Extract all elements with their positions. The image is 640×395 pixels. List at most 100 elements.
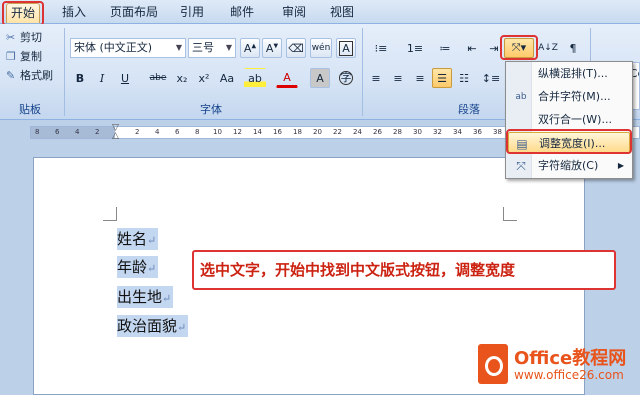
ruler-number: 38 <box>493 128 502 136</box>
tab-mailings[interactable]: 邮件 <box>226 3 258 23</box>
ruler-number: 14 <box>253 128 262 136</box>
char-border-icon: A <box>339 40 353 56</box>
tab-review[interactable]: 审阅 <box>278 3 310 23</box>
bullets-button[interactable]: ⁝≡ <box>366 38 396 58</box>
copy-icon: ❐ <box>6 50 16 63</box>
multilevel-list-icon: ≔ <box>439 41 451 55</box>
align-left-button[interactable]: ≡ <box>366 68 386 88</box>
italic-button[interactable]: I <box>92 68 112 88</box>
ribbon-tab-bar: 开始 插入 页面布局 引用 邮件 审阅 视图 <box>0 0 640 24</box>
menu-item-vertical-mixed[interactable]: 纵横混排(T)... <box>508 63 630 85</box>
instruction-callout: 选中文字，开始中找到中文版式按钮，调整宽度 <box>192 250 616 290</box>
char-shading-button[interactable]: A <box>310 68 330 88</box>
font-family-select[interactable]: 宋体 (中文正文) ▼ <box>70 38 186 58</box>
ruler-number: 2 <box>135 128 140 136</box>
ruler-number: 22 <box>333 128 342 136</box>
chinese-layout-menu: 纵横混排(T)... ab 合并字符(M)... 双行合一(W)... ▤ 调整… <box>505 61 633 179</box>
group-divider <box>362 28 363 116</box>
char-border-button[interactable]: A <box>336 38 356 58</box>
ruler-number: 12 <box>233 128 242 136</box>
phonetic-icon: wén <box>311 43 331 53</box>
numbered-list-icon: 1≡ <box>406 41 424 55</box>
shrink-font-button[interactable]: A▼ <box>262 38 282 58</box>
ruler-number: 36 <box>473 128 482 136</box>
home-tab-highlight <box>2 1 44 26</box>
doc-line[interactable]: 出生地↵ <box>117 286 174 308</box>
ruler-number: 8 <box>195 128 200 136</box>
pilcrow-icon: ¶ <box>569 41 577 55</box>
group-divider <box>64 28 65 116</box>
chevron-down-icon: ▼ <box>175 43 182 52</box>
ruler-number: 2 <box>95 128 100 136</box>
ruler-number: 4 <box>155 128 160 136</box>
menu-item-char-scale[interactable]: ⤧ 字符缩放(C) ▶ <box>508 155 630 177</box>
ruler-number: 34 <box>453 128 462 136</box>
align-center-button[interactable]: ≡ <box>388 68 408 88</box>
font-group-label: 字体 <box>200 103 222 116</box>
copy-button[interactable]: ❐ 复制 <box>6 49 42 65</box>
sort-button[interactable]: A↓Z <box>538 38 558 58</box>
decrease-indent-button[interactable]: ⇤ <box>462 38 482 58</box>
tab-references[interactable]: 引用 <box>176 3 208 23</box>
underline-button[interactable]: U <box>114 68 136 88</box>
enclosed-char-icon: 字 <box>339 71 353 85</box>
align-right-icon: ≡ <box>415 71 425 85</box>
submenu-arrow-icon: ▶ <box>617 161 624 170</box>
ruler-number: 16 <box>273 128 282 136</box>
phonetic-guide-button[interactable]: wén <box>310 38 332 58</box>
font-color-button[interactable]: A <box>276 68 298 88</box>
bold-button[interactable]: B <box>70 68 90 88</box>
paragraph-mark: ↵ <box>147 234 157 247</box>
office-logo-icon <box>478 344 508 384</box>
line-spacing-button[interactable]: ↕≡ <box>478 68 504 88</box>
grow-font-button[interactable]: A▲ <box>240 38 260 58</box>
justify-button[interactable]: ☰ <box>432 68 452 88</box>
align-right-button[interactable]: ≡ <box>410 68 430 88</box>
scissors-icon: ✂ <box>6 31 16 44</box>
multilevel-list-button[interactable]: ≔ <box>432 38 458 58</box>
align-center-icon: ≡ <box>393 71 403 85</box>
paragraph-mark: ↵ <box>177 321 187 334</box>
ruler-number: 10 <box>213 128 222 136</box>
clear-format-button[interactable]: ⌫ <box>286 38 306 58</box>
outdent-icon: ⇤ <box>467 41 477 55</box>
doc-line[interactable]: 姓名↵ <box>117 228 159 250</box>
tab-page-layout[interactable]: 页面布局 <box>106 3 162 23</box>
numbering-button[interactable]: 1≡ <box>400 38 430 58</box>
highlighter-icon: ab <box>248 71 262 85</box>
ruler-number: 30 <box>413 128 422 136</box>
format-painter-button[interactable]: ✎ 格式刷 <box>6 68 53 84</box>
chinese-layout-highlight <box>500 35 538 60</box>
indent-marker[interactable]: ▽ △ <box>112 124 121 141</box>
menu-item-two-lines-in-one[interactable]: 双行合一(W)... <box>508 109 630 131</box>
tab-view[interactable]: 视图 <box>326 3 358 23</box>
enclose-char-button[interactable]: 字 <box>336 68 356 88</box>
change-case-button[interactable]: Aa <box>216 68 238 88</box>
font-size-select[interactable]: 三号 ▼ <box>188 38 236 58</box>
tab-insert[interactable]: 插入 <box>58 3 90 23</box>
subscript-button[interactable]: x₂ <box>172 68 192 88</box>
ruler-number: 4 <box>75 128 80 136</box>
highlight-color-button[interactable]: ab <box>244 68 266 88</box>
indent-icon: ⇥ <box>489 41 499 55</box>
ruler-number: 28 <box>393 128 402 136</box>
eraser-icon: ⌫ <box>288 41 304 55</box>
cut-button[interactable]: ✂ 剪切 <box>6 30 42 46</box>
distributed-button[interactable]: ☷ <box>454 68 474 88</box>
ruler-number: 6 <box>175 128 180 136</box>
ruler-number: 6 <box>55 128 60 136</box>
clipboard-group-label: 贴板 <box>19 103 41 116</box>
doc-line[interactable]: 政治面貌↵ <box>117 315 189 337</box>
show-marks-button[interactable]: ¶ <box>562 38 584 58</box>
menu-item-combine-chars[interactable]: ab 合并字符(M)... <box>508 86 630 108</box>
superscript-button[interactable]: x² <box>194 68 214 88</box>
office-logo-watermark: Office教程网 www.office26.com <box>478 340 638 392</box>
strikethrough-button[interactable]: abe <box>146 68 170 88</box>
logo-url: www.office26.com <box>514 368 624 382</box>
ruler-number: 26 <box>373 128 382 136</box>
margin-corner-mark <box>103 207 117 221</box>
ruler-number: 8 <box>35 128 40 136</box>
paragraph-mark: ↵ <box>147 262 157 275</box>
doc-line[interactable]: 年龄↵ <box>117 256 159 278</box>
bullet-list-icon: ⁝≡ <box>374 41 388 55</box>
